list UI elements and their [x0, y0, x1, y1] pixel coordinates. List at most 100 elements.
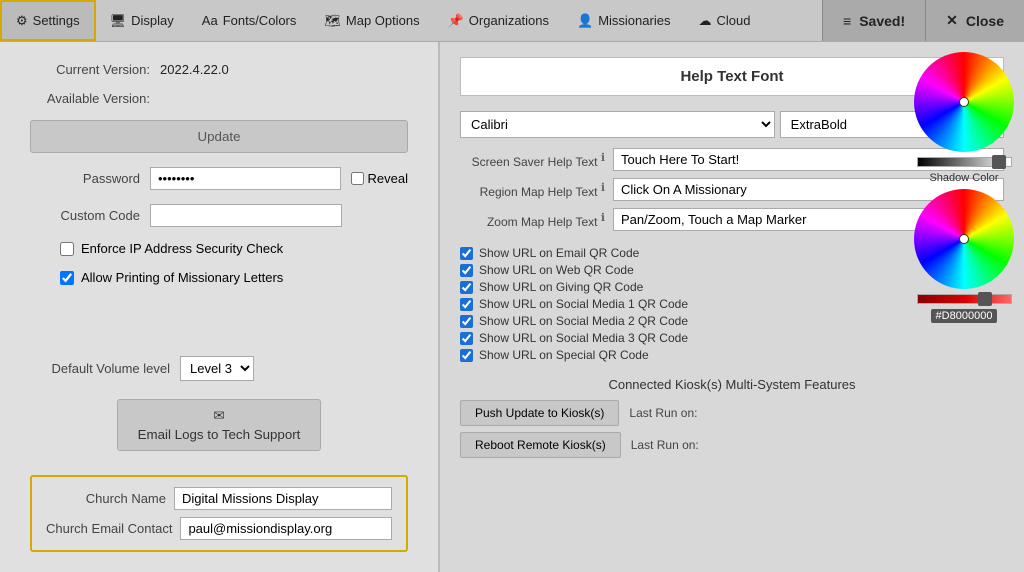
email-icon: ✉ — [213, 408, 224, 424]
reveal-text: Reveal — [368, 171, 408, 186]
available-version-row: Available Version: — [30, 91, 408, 106]
qr-web-checkbox[interactable] — [460, 264, 473, 277]
qr-social3-checkbox[interactable] — [460, 332, 473, 345]
qr-social2-checkbox[interactable] — [460, 315, 473, 328]
update-button[interactable]: Update — [30, 120, 408, 153]
church-name-label: Church Name — [46, 491, 166, 506]
custom-code-input[interactable] — [150, 204, 342, 227]
enforce-ip-row: Enforce IP Address Security Check — [30, 241, 408, 256]
tab-settings-label: Settings — [33, 13, 80, 28]
qr-social1-label: Show URL on Social Media 1 QR Code — [479, 297, 688, 311]
region-map-label-text: Region Map Help Text — [480, 185, 598, 199]
volume-row: Default Volume level Level 1 Level 2 Lev… — [30, 356, 408, 381]
tab-organizations[interactable]: 📌 Organizations — [434, 0, 563, 41]
qr-email-checkbox[interactable] — [460, 247, 473, 260]
tab-missionaries-label: Missionaries — [598, 13, 670, 28]
custom-code-label: Custom Code — [30, 208, 140, 223]
password-input[interactable] — [150, 167, 341, 190]
close-button[interactable]: ✕ Close — [925, 0, 1024, 41]
tab-map-options[interactable]: 🗺 Map Options — [310, 0, 433, 41]
fonts-icon: Aa — [202, 13, 218, 28]
email-btn-wrapper: ✉ Email Logs to Tech Support — [30, 395, 408, 451]
region-map-info-icon: ℹ — [601, 182, 605, 194]
reveal-label[interactable]: Reveal — [351, 171, 408, 186]
shadow-color-label: Shadow Color — [929, 172, 998, 184]
qr-special-checkbox[interactable] — [460, 349, 473, 362]
tab-fonts-colors[interactable]: Aa Fonts/Colors — [188, 0, 311, 41]
qr-social3-label: Show URL on Social Media 3 QR Code — [479, 331, 688, 345]
church-email-row: Church Email Contact — [46, 517, 392, 540]
font-family-select[interactable]: Calibri Arial Times New Roman Verdana — [460, 111, 775, 138]
cloud-icon: ☁ — [698, 13, 711, 29]
church-info-box: Church Name Church Email Contact — [30, 475, 408, 552]
push-update-button[interactable]: Push Update to Kiosk(s) — [460, 400, 619, 426]
tab-cloud[interactable]: ☁ Cloud — [684, 0, 764, 41]
primary-color-wheel[interactable] — [914, 52, 1014, 152]
current-version-value: 2022.4.22.0 — [160, 62, 229, 77]
tab-cloud-label: Cloud — [716, 13, 750, 28]
allow-printing-row: Allow Printing of Missionary Letters — [30, 270, 408, 285]
qr-social2-label: Show URL on Social Media 2 QR Code — [479, 314, 688, 328]
tab-missionaries[interactable]: 👤 Missionaries — [563, 0, 684, 41]
church-name-row: Church Name — [46, 487, 392, 510]
brightness-slider-1[interactable] — [917, 157, 1012, 167]
qr-email-label: Show URL on Email QR Code — [479, 246, 639, 260]
zoom-map-label: Zoom Map Help Text ℹ — [460, 211, 605, 229]
allow-printing-label: Allow Printing of Missionary Letters — [81, 270, 283, 285]
screen-saver-label-text: Screen Saver Help Text — [472, 155, 598, 169]
zoom-map-info-icon: ℹ — [601, 212, 605, 224]
missionaries-icon: 👤 — [577, 13, 593, 29]
password-row: Password Reveal — [30, 167, 408, 190]
qr-social1-checkbox[interactable] — [460, 298, 473, 311]
tab-settings[interactable]: ⚙ Settings — [0, 0, 96, 41]
qr-special-label: Show URL on Special QR Code — [479, 348, 649, 362]
right-panel: Shadow Color #D8000000 Help Text Font Ca… — [440, 42, 1024, 572]
qr-giving-checkbox[interactable] — [460, 281, 473, 294]
map-icon: 🗺 — [324, 13, 341, 29]
reboot-kiosk-button[interactable]: Reboot Remote Kiosk(s) — [460, 432, 621, 458]
topbar-right: ≡ Saved! ✕ Close — [822, 0, 1024, 41]
close-icon: ✕ — [946, 12, 958, 29]
qr-special-row: Show URL on Special QR Code — [460, 348, 1004, 362]
tab-display[interactable]: 🖥 Display — [96, 0, 188, 41]
reboot-kiosk-row: Reboot Remote Kiosk(s) Last Run on: — [460, 432, 1004, 458]
saved-label: Saved! — [859, 13, 905, 29]
saved-icon: ≡ — [843, 13, 851, 29]
qr-giving-label: Show URL on Giving QR Code — [479, 280, 643, 294]
brightness-handle-2[interactable] — [978, 292, 992, 306]
enforce-ip-label: Enforce IP Address Security Check — [81, 241, 283, 256]
help-text-font-title: Help Text Font — [680, 68, 783, 85]
left-panel: Current Version: 2022.4.22.0 Available V… — [0, 42, 440, 572]
push-last-run-label: Last Run on: — [629, 406, 697, 420]
church-name-input[interactable] — [174, 487, 392, 510]
kiosk-section: Connected Kiosk(s) Multi-System Features… — [460, 377, 1004, 464]
allow-printing-checkbox[interactable] — [60, 271, 74, 285]
region-map-label: Region Map Help Text ℹ — [460, 181, 605, 199]
org-icon: 📌 — [448, 13, 464, 29]
church-email-label: Church Email Contact — [46, 521, 172, 536]
saved-indicator: ≡ Saved! — [822, 0, 925, 41]
screen-saver-info-icon: ℹ — [601, 152, 605, 164]
volume-select[interactable]: Level 1 Level 2 Level 3 Level 4 Level 5 — [180, 356, 254, 381]
available-version-label: Available Version: — [30, 91, 150, 106]
email-logs-label: Email Logs to Tech Support — [138, 427, 301, 442]
password-label: Password — [30, 171, 140, 186]
tab-organizations-label: Organizations — [469, 13, 549, 28]
qr-social3-row: Show URL on Social Media 3 QR Code — [460, 331, 1004, 345]
brightness-handle-1[interactable] — [992, 155, 1006, 169]
shadow-color-wheel[interactable] — [914, 189, 1014, 289]
push-update-row: Push Update to Kiosk(s) Last Run on: — [460, 400, 1004, 426]
main-content: Current Version: 2022.4.22.0 Available V… — [0, 42, 1024, 572]
reveal-checkbox[interactable] — [351, 172, 364, 185]
current-version-row: Current Version: 2022.4.22.0 — [30, 62, 408, 77]
church-email-input[interactable] — [180, 517, 392, 540]
kiosk-title: Connected Kiosk(s) Multi-System Features — [460, 377, 1004, 392]
reboot-last-run-label: Last Run on: — [631, 438, 699, 452]
custom-code-row: Custom Code — [30, 204, 408, 227]
tab-fonts-colors-label: Fonts/Colors — [223, 13, 297, 28]
topbar: ⚙ Settings 🖥 Display Aa Fonts/Colors 🗺 M… — [0, 0, 1024, 42]
email-logs-button[interactable]: ✉ Email Logs to Tech Support — [117, 399, 322, 451]
brightness-slider-2[interactable] — [917, 294, 1012, 304]
display-icon: 🖥 — [110, 13, 127, 29]
enforce-ip-checkbox[interactable] — [60, 242, 74, 256]
